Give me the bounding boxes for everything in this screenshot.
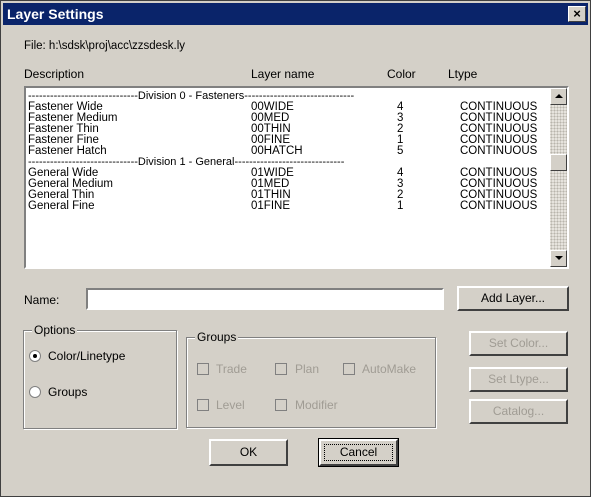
groups-group: Groups	[186, 330, 436, 428]
set-color-button[interactable]: Set Color...	[469, 331, 568, 356]
trade-checkbox[interactable]	[197, 363, 209, 375]
window-title: Layer Settings	[7, 6, 104, 22]
file-path-label: File: h:\sdsk\proj\acc\zzsdesk.ly	[24, 40, 186, 52]
row-color: 5	[397, 145, 404, 157]
row-description: General Fine	[28, 200, 95, 212]
options-group: Options	[23, 323, 177, 429]
cancel-button[interactable]: Cancel	[318, 438, 399, 467]
column-header-layer-name: Layer name	[251, 67, 315, 81]
layer-name-input[interactable]	[86, 288, 444, 310]
column-header-description: Description	[24, 67, 85, 81]
list-scrollbar[interactable]	[550, 88, 567, 267]
focus-ring	[324, 444, 393, 461]
automake-checkbox[interactable]	[343, 363, 355, 375]
radio-selected-dot	[33, 354, 37, 358]
column-header-color: Color	[387, 67, 416, 81]
color-linetype-label[interactable]: Color/Linetype	[48, 349, 125, 363]
title-bar[interactable]: Layer Settings ×	[3, 3, 588, 25]
modifier-label: Modifier	[295, 398, 338, 412]
chevron-up-icon	[555, 94, 563, 98]
scroll-thumb[interactable]	[550, 154, 567, 171]
ok-button[interactable]: OK	[209, 439, 288, 466]
groups-radio[interactable]	[29, 386, 41, 398]
level-checkbox[interactable]	[197, 399, 209, 411]
row-ltype: CONTINUOUS	[460, 145, 538, 157]
layer-list[interactable]: ------------------------------Division 0…	[24, 86, 569, 269]
scroll-up-button[interactable]	[550, 88, 567, 105]
modifier-checkbox[interactable]	[275, 399, 287, 411]
scroll-down-button[interactable]	[550, 250, 567, 267]
plan-label: Plan	[295, 362, 320, 376]
layer-settings-dialog: Layer Settings × File: h:\sdsk\proj\acc\…	[0, 0, 591, 497]
column-header-ltype: Ltype	[448, 67, 478, 81]
plan-checkbox[interactable]	[275, 363, 287, 375]
set-ltype-button[interactable]: Set Ltype...	[469, 367, 568, 392]
close-icon[interactable]: ×	[568, 6, 586, 22]
options-group-title: Options	[32, 323, 78, 337]
trade-label: Trade	[216, 362, 247, 376]
name-label: Name:	[24, 293, 60, 307]
row-color: 1	[397, 200, 404, 212]
groups-label[interactable]: Groups	[48, 385, 87, 399]
automake-label: AutoMake	[362, 362, 417, 376]
add-layer-button[interactable]: Add Layer...	[457, 286, 569, 311]
level-label: Level	[216, 398, 245, 412]
groups-group-title: Groups	[195, 330, 239, 344]
catalog-button[interactable]: Catalog...	[469, 399, 568, 424]
color-linetype-radio[interactable]	[29, 350, 41, 362]
chevron-down-icon	[555, 256, 563, 260]
row-ltype: CONTINUOUS	[460, 200, 538, 212]
row-layer-name: 01FINE	[251, 200, 290, 212]
